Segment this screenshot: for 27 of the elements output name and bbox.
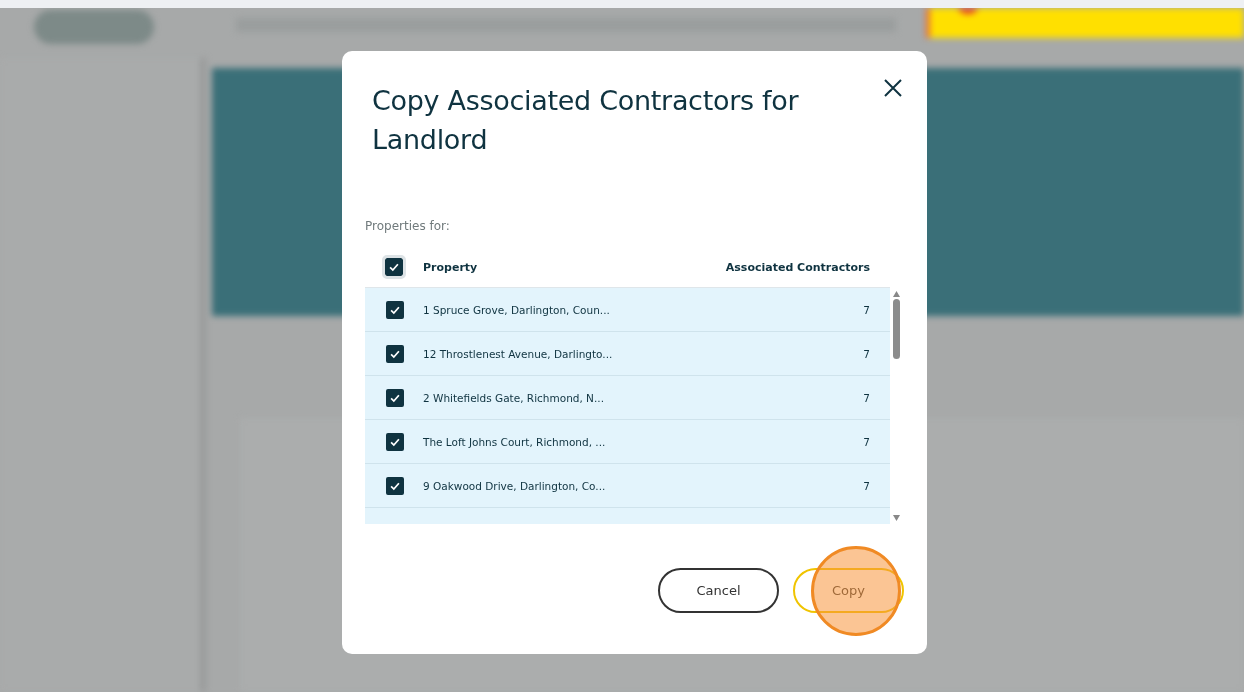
dialog-title: Copy Associated Contractors for Landlord — [372, 84, 800, 157]
select-all-checkbox[interactable] — [385, 258, 403, 276]
properties-label: Properties for: — [365, 219, 451, 233]
scrollbar-thumb[interactable] — [893, 299, 900, 359]
close-icon — [883, 78, 903, 98]
property-address: 9 Oakwood Drive, Darlington, Co... — [423, 479, 607, 492]
cancel-button[interactable]: Cancel — [658, 568, 779, 613]
property-address: The Loft Johns Court, Richmond, ... — [423, 435, 607, 448]
contractor-count: 7 — [862, 479, 871, 492]
property-address: 12 Throstlenest Avenue, Darlingto... — [423, 347, 614, 360]
row-checkbox[interactable] — [386, 476, 404, 495]
row-checkbox[interactable] — [386, 300, 404, 319]
close-button[interactable] — [882, 77, 904, 99]
contractor-count: 7 — [862, 435, 871, 448]
row-checkbox[interactable] — [386, 344, 404, 363]
contractor-count: 7 — [862, 303, 871, 316]
property-address: 2 Whitefields Gate, Richmond, N... — [423, 391, 605, 404]
row-checkbox[interactable] — [386, 388, 404, 407]
column-header: Property — [423, 260, 479, 274]
row-checkbox[interactable] — [386, 432, 404, 451]
scrollbar[interactable] — [890, 288, 903, 524]
contractor-count: 7 — [862, 347, 871, 360]
contractor-count: 7 — [862, 391, 871, 404]
scroll-up-arrow-icon[interactable] — [893, 291, 900, 297]
scroll-down-arrow-icon[interactable] — [893, 515, 900, 521]
property-address: 1 Spruce Grove, Darlington, Coun... — [423, 303, 611, 316]
column-header: Associated Contractors — [725, 260, 871, 274]
